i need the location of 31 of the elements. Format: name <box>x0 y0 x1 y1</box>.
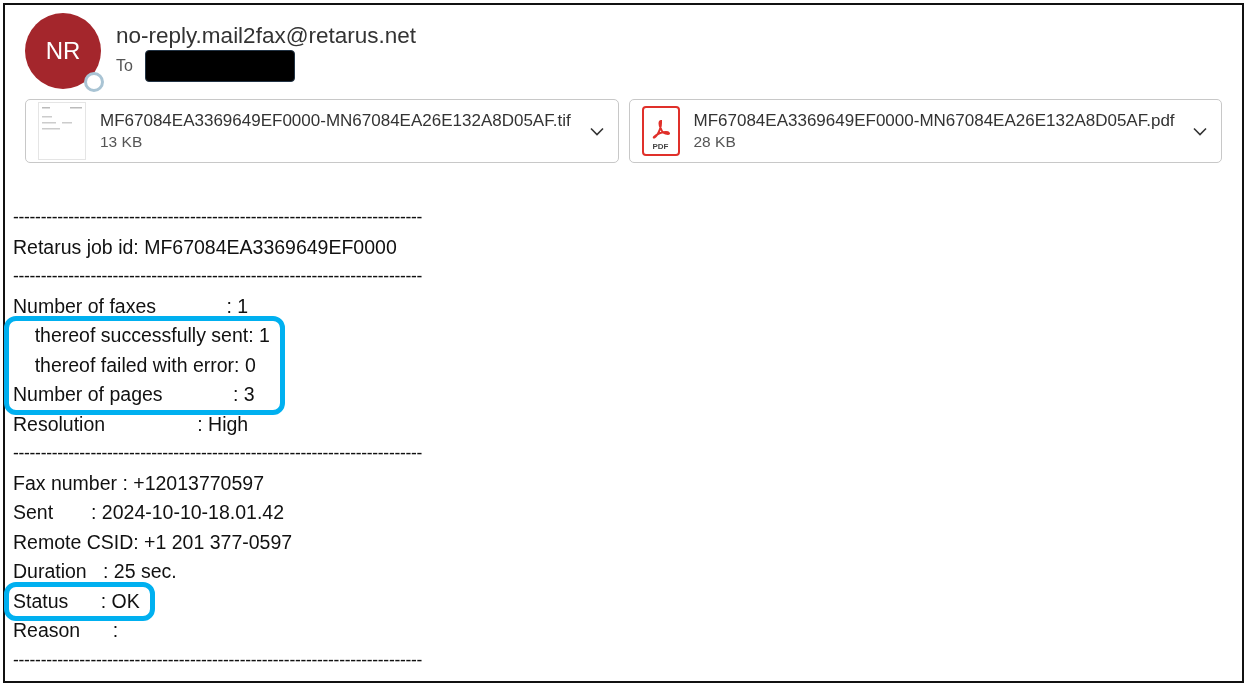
body-text-line: thereof failed with error: 0 <box>33 352 257 378</box>
body-text-line: Fax number : +12013770597 <box>13 470 264 496</box>
attachment-card[interactable]: MF67084EA3369649EF0000-MN67084EA26E132A8D05AF.tif 13 KB <box>25 99 619 163</box>
divider-text: -------------------------------------------------------------------------- <box>13 648 423 672</box>
document-thumbnail-icon <box>38 102 86 160</box>
chevron-icon <box>1193 126 1207 136</box>
body-text-line: Sent : 2024-10-10-18.01.42 <box>13 500 285 525</box>
avatar-initials: NR <box>45 36 81 66</box>
attachment-name: MF67084EA3369649EF0000-MN67084EA26E132A8D05AF.pdf <box>693 110 1176 131</box>
body-text-line: Number of pages : 3 <box>13 382 256 407</box>
chevron-icon <box>589 126 604 136</box>
body-text-line: Status : OK <box>13 588 140 614</box>
sender-address: no-reply.mail2fax@retarus.net <box>116 23 417 49</box>
body-text-line: thereof successfully sent: 1 <box>33 323 270 348</box>
to-label: To <box>116 56 133 76</box>
body-text-line: Duration : 25 sec. <box>13 559 177 584</box>
attachment-card[interactable]: PDF MF67084EA3369649EF0000-MN67084EA26E132A8D05AF.pdf 28 KB <box>628 99 1222 163</box>
body-text-line: Reason : <box>13 618 119 643</box>
body-text-line: Resolution : High <box>13 411 249 437</box>
body-text-line: Number of faxes : 1 <box>13 293 249 319</box>
attachment-size: 13 KB <box>100 132 144 152</box>
attachment-size: 28 KB <box>693 132 737 152</box>
attachment-name: MF67084EA3369649EF0000-MN67084EA26E132A8D05AF.tif <box>100 110 572 131</box>
swirl-icon <box>650 119 671 139</box>
divider-text: -------------------------------------------------------------------------- <box>13 206 423 229</box>
body-text-line: Remote CSID: +1 201 377-0597 <box>13 529 293 555</box>
presence-status-icon <box>84 72 104 92</box>
divider-text: -------------------------------------------------------------------------- <box>13 265 423 288</box>
body-text-line: Retarus job id: MF67084EA3369649EF0000 <box>13 234 397 260</box>
divider-text: -------------------------------------------------------------------------- <box>13 442 423 465</box>
pdf-label: PDF <box>652 142 669 151</box>
